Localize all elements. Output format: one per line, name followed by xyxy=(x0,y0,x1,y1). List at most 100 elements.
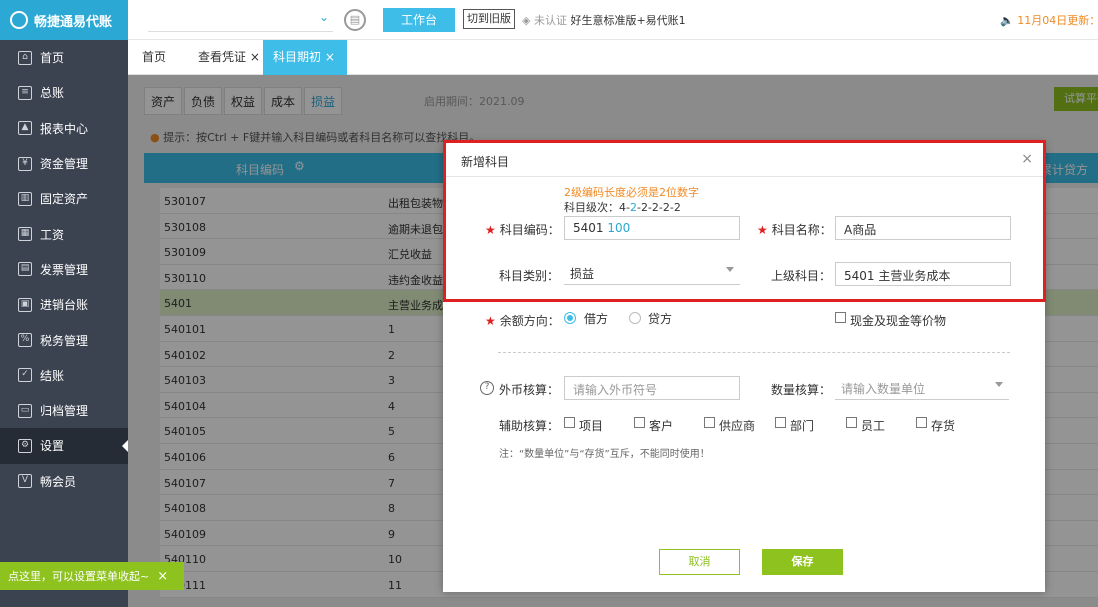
sidebar-item-label: 归档管理 xyxy=(40,404,89,419)
tax-icon: % xyxy=(18,333,32,348)
collapse-menu-tip[interactable]: 点这里，可以设置菜单收起~ × xyxy=(0,562,184,590)
tab-label: 查看凭证 xyxy=(198,50,247,64)
certify-label: 未认证 xyxy=(533,14,567,27)
auxiliary-checkbox[interactable] xyxy=(775,417,786,428)
close-icon[interactable]: × xyxy=(250,50,260,64)
cancel-button[interactable]: 取消 xyxy=(659,549,740,575)
stock-ledger-icon: ▣ xyxy=(18,297,32,312)
invoice-icon: ▤ xyxy=(18,262,32,277)
sidebar-item-label: 报表中心 xyxy=(40,121,89,136)
debit-radio[interactable] xyxy=(564,312,576,324)
sidebar-item-label: 总账 xyxy=(40,86,65,101)
sidebar-item-12[interactable]: V 畅会员 xyxy=(0,464,128,499)
tab-subject-opening[interactable]: 科目期初 × xyxy=(263,40,347,75)
sidebar-item-label: 首页 xyxy=(40,51,65,66)
auxiliary-option-label: 存货 xyxy=(931,419,956,433)
logo-icon xyxy=(10,11,28,29)
gear-icon: ⚙ xyxy=(18,438,32,453)
sidebar-item-1[interactable]: ≡ 总账 xyxy=(0,75,128,110)
auxiliary-option-label: 员工 xyxy=(861,419,886,433)
sidebar-item-label: 固定资产 xyxy=(40,192,89,207)
quantity-label: 数量核算： xyxy=(771,383,832,397)
certify-status: ◈ 未认证 好生意标准版+易代账1 xyxy=(522,12,686,28)
auxiliary-checkbox[interactable] xyxy=(704,417,715,428)
workbench-button[interactable]: 工作台 xyxy=(383,8,455,32)
mutual-exclusion-note: 注：“数量单位”与“存货”互斥，不能同时使用！ xyxy=(499,449,710,460)
top-bar: 畅捷通易代账 ⌄ ▤ 工作台 切到旧版 ◈ 未认证 好生意标准版+易代账1 🔈 … xyxy=(0,0,1098,40)
auxiliary-option-label: 客户 xyxy=(649,419,674,433)
cash-equivalent-label: 现金及现金等价物 xyxy=(850,314,947,328)
sidebar-item-11[interactable]: ⚙ 设置 xyxy=(0,428,128,464)
sidebar-item-label: 结账 xyxy=(40,368,65,383)
sidebar-item-7[interactable]: ▣ 进销台账 xyxy=(0,287,128,322)
account-name: 好生意标准版+易代账1 xyxy=(570,14,686,27)
sidebar-item-label: 发票管理 xyxy=(40,262,89,277)
tab-bar: 首页 查看凭证 × 科目期初 × xyxy=(128,40,1098,75)
sidebar-item-2[interactable]: ▲ 报表中心 xyxy=(0,111,128,146)
divider xyxy=(498,352,1010,353)
sidebar-item-label: 资金管理 xyxy=(40,157,89,172)
highlight-frame xyxy=(443,140,1046,302)
money-icon: ¥ xyxy=(18,156,32,171)
chevron-down-icon: ⌄ xyxy=(318,10,329,24)
tab-view-voucher[interactable]: 查看凭证 × xyxy=(188,40,270,75)
ledger-icon: ≡ xyxy=(18,85,32,100)
vip-icon: V xyxy=(18,474,32,489)
cash-equivalent-checkbox[interactable] xyxy=(835,312,846,323)
collapse-tip-text: 点这里，可以设置菜单收起~ xyxy=(8,570,150,583)
tab-home[interactable]: 首页 xyxy=(132,40,176,75)
home-icon: ⌂ xyxy=(18,50,32,65)
sidebar-item-6[interactable]: ▤ 发票管理 xyxy=(0,252,128,287)
auxiliary-checkbox[interactable] xyxy=(564,417,575,428)
auxiliary-checkbox[interactable] xyxy=(634,417,645,428)
account-select[interactable]: ⌄ xyxy=(148,8,333,32)
speaker-icon: 🔈 xyxy=(1000,14,1014,27)
salary-icon: ▦ xyxy=(18,227,32,242)
credit-radio[interactable] xyxy=(629,312,641,324)
building-icon: ▥ xyxy=(18,191,32,206)
credit-label: 贷方 xyxy=(648,312,673,326)
help-icon[interactable]: ? xyxy=(480,381,494,395)
calendar-icon[interactable]: ▤ xyxy=(344,9,366,31)
quantity-unit-select[interactable]: 请输入数量单位 xyxy=(835,376,1009,400)
auxiliary-checkbox[interactable] xyxy=(846,417,857,428)
sidebar: ⌂ 首页 ≡ 总账 ▲ 报表中心 ¥ 资金管理 ▥ 固定资产 ▦ 工资 ▤ 发票管理 ▣ 进销台账% 税务管理 ✓… xyxy=(0,40,128,607)
auxiliary-option-label: 部门 xyxy=(790,419,815,433)
app-logo[interactable]: 畅捷通易代账 xyxy=(0,0,128,40)
sidebar-item-label: 工资 xyxy=(40,227,65,242)
update-notice-text: 11月04日更新：好 xyxy=(1017,14,1098,27)
close-icon[interactable]: × xyxy=(157,569,168,584)
sidebar-item-label: 进销台账 xyxy=(40,298,89,313)
close-icon[interactable]: × xyxy=(325,50,335,64)
tab-label: 首页 xyxy=(142,50,167,64)
debit-label: 借方 xyxy=(584,312,609,326)
tab-label: 科目期初 xyxy=(273,50,322,64)
auxiliary-option-label: 供应商 xyxy=(719,419,756,433)
sidebar-item-5[interactable]: ▦ 工资 xyxy=(0,216,128,251)
sidebar-item-4[interactable]: ▥ 固定资产 xyxy=(0,181,128,216)
balance-direction-label: ★ 余额方向： xyxy=(485,312,560,329)
required-star: ★ xyxy=(485,314,496,328)
switch-old-version-button[interactable]: 切到旧版 xyxy=(463,9,515,29)
sidebar-item-3[interactable]: ¥ 资金管理 xyxy=(0,146,128,181)
shield-icon: ◈ xyxy=(522,14,531,27)
checkout-icon: ✓ xyxy=(18,368,32,383)
sidebar-item-label: 畅会员 xyxy=(40,474,77,489)
app-name: 畅捷通易代账 xyxy=(34,14,113,30)
foreign-currency-input[interactable]: 请输入外币符号 xyxy=(564,376,740,400)
balance-direction-label-text: 余额方向： xyxy=(499,314,560,328)
update-notice[interactable]: 🔈 11月04日更新：好 xyxy=(1000,12,1098,28)
sidebar-item-9[interactable]: ✓ 结账 xyxy=(0,358,128,393)
auxiliary-checkbox[interactable] xyxy=(916,417,927,428)
app-window: 畅捷通易代账 ⌄ ▤ 工作台 切到旧版 ◈ 未认证 好生意标准版+易代账1 🔈 … xyxy=(0,0,1098,607)
auxiliary-option-label: 项目 xyxy=(579,419,604,433)
foreign-currency-label: 外币核算： xyxy=(499,383,560,397)
auxiliary-label: 辅助核算： xyxy=(499,419,560,433)
save-button[interactable]: 保存 xyxy=(762,549,843,575)
quantity-unit-placeholder: 请输入数量单位 xyxy=(841,382,926,396)
report-chart-icon: ▲ xyxy=(18,121,32,136)
sidebar-item-0[interactable]: ⌂ 首页 xyxy=(0,40,128,75)
sidebar-item-8[interactable]: % 税务管理 xyxy=(0,322,128,357)
sidebar-item-10[interactable]: ▭ 归档管理 xyxy=(0,393,128,428)
chevron-down-icon xyxy=(995,382,1003,387)
